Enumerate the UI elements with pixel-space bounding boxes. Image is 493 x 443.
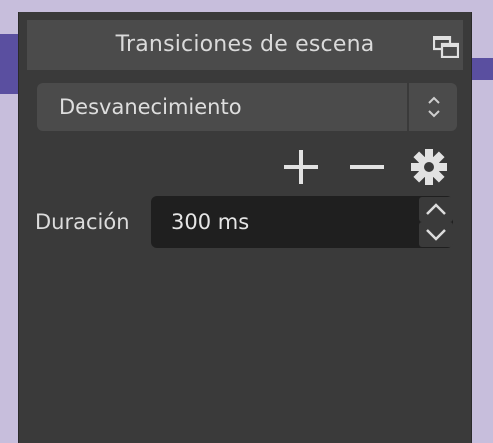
add-transition-button[interactable] bbox=[279, 145, 323, 189]
dock-title: Transiciones de escena bbox=[115, 32, 375, 57]
duration-value[interactable]: 300 ms bbox=[171, 196, 249, 248]
gear-icon bbox=[411, 149, 447, 185]
duration-label: Duración bbox=[35, 210, 130, 234]
duration-decrease-button[interactable] bbox=[419, 222, 453, 247]
transition-select-value: Desvanecimiento bbox=[59, 95, 242, 119]
updown-chevron-icon bbox=[428, 96, 440, 118]
transition-settings-button[interactable] bbox=[407, 145, 451, 189]
scene-transitions-dock: Transiciones de escena Desvanecimiento D… bbox=[18, 12, 472, 443]
transition-select[interactable]: Desvanecimiento bbox=[37, 83, 457, 131]
duration-spinbox[interactable]: 300 ms bbox=[151, 196, 453, 248]
remove-transition-button[interactable] bbox=[345, 145, 389, 189]
minus-icon bbox=[350, 165, 384, 169]
float-window-icon[interactable] bbox=[433, 36, 459, 58]
dock-titlebar[interactable]: Transiciones de escena bbox=[27, 20, 463, 70]
transition-select-divider bbox=[407, 83, 409, 131]
plus-icon bbox=[284, 150, 318, 184]
duration-spin-buttons bbox=[417, 196, 453, 248]
duration-increase-button[interactable] bbox=[419, 197, 453, 222]
